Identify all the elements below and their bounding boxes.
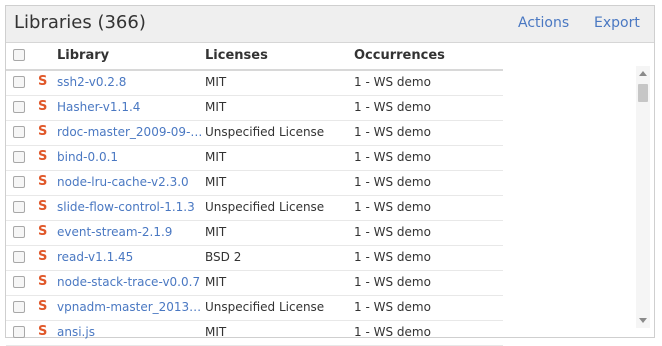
license-cell: MIT (205, 275, 227, 289)
table-row[interactable]: Snode-lru-cache-v2.3.0 MIT 1 - WS demo (6, 171, 503, 196)
table-row[interactable]: Sslide-flow-control-1.1.3 Unspecified Lic… (6, 196, 503, 221)
license-cell: Unspecified License (205, 125, 325, 139)
library-name-link[interactable]: slide-flow-control-1.1.3 (57, 200, 195, 214)
column-header-occurrences[interactable]: Occurrences (354, 48, 445, 63)
occurrences-cell: 1 - WS demo (354, 150, 431, 164)
vertical-scrollbar[interactable] (636, 66, 650, 328)
license-cell: Unspecified License (205, 200, 325, 214)
panel-header: Libraries (366) Actions Export (6, 6, 654, 43)
source-library-icon: S (38, 274, 48, 289)
library-name-link[interactable]: node-stack-trace-v0.0.7 (57, 275, 200, 289)
library-name-link[interactable]: ssh2-v0.2.8 (57, 75, 126, 89)
source-library-icon: S (38, 99, 48, 114)
license-cell: BSD 2 (205, 250, 242, 264)
occurrences-cell: 1 - WS demo (354, 225, 431, 239)
column-header-library[interactable]: Library (57, 48, 109, 63)
table-row[interactable]: Snode-stack-trace-v0.0.7 MIT 1 - WS demo (6, 271, 503, 296)
license-cell: MIT (205, 100, 227, 114)
row-checkbox[interactable] (13, 126, 25, 138)
occurrences-cell: 1 - WS demo (354, 275, 431, 289)
library-name-link[interactable]: read-v1.1.45 (57, 250, 133, 264)
occurrences-cell: 1 - WS demo (354, 300, 431, 314)
occurrences-cell: 1 - WS demo (354, 75, 431, 89)
license-cell: MIT (205, 150, 227, 164)
source-library-icon: S (38, 149, 48, 164)
row-checkbox[interactable] (13, 101, 25, 113)
table-row[interactable]: Sansi.js MIT 1 - WS demo (6, 321, 503, 346)
table-row[interactable]: Sread-v1.1.45 BSD 2 1 - WS demo (6, 246, 503, 271)
library-name-link[interactable]: vpnadm-master_2013-... (57, 300, 203, 314)
table-row[interactable]: Sbind-0.0.1 MIT 1 - WS demo (6, 146, 503, 171)
source-library-icon: S (38, 324, 48, 339)
table-header: Library Licenses Occurrences (6, 42, 503, 71)
occurrences-cell: 1 - WS demo (354, 100, 431, 114)
library-name-link[interactable]: event-stream-2.1.9 (57, 225, 172, 239)
table-row[interactable]: Srdoc-master_2009-09-05 Unspecified Licen… (6, 121, 503, 146)
library-name-link[interactable]: Hasher-v1.1.4 (57, 100, 140, 114)
occurrences-cell: 1 - WS demo (354, 325, 431, 339)
row-checkbox[interactable] (13, 176, 25, 188)
license-cell: MIT (205, 175, 227, 189)
scroll-down-arrow-icon[interactable] (639, 318, 647, 323)
actions-link[interactable]: Actions (518, 15, 569, 31)
library-name-link[interactable]: rdoc-master_2009-09-05 (57, 125, 203, 139)
license-cell: Unspecified License (205, 300, 325, 314)
table-row[interactable]: S Hasher-v1.1.4 MIT 1 - WS demo (6, 96, 503, 121)
occurrences-cell: 1 - WS demo (354, 125, 431, 139)
library-name-link[interactable]: node-lru-cache-v2.3.0 (57, 175, 189, 189)
scroll-up-arrow-icon[interactable] (639, 71, 647, 76)
column-header-licenses[interactable]: Licenses (205, 48, 268, 63)
table-row[interactable]: Sssh2-v0.2.8 MIT 1 - WS demo (6, 71, 503, 96)
row-checkbox[interactable] (13, 276, 25, 288)
select-all-checkbox[interactable] (13, 49, 25, 61)
source-library-icon: S (38, 299, 48, 314)
source-library-icon: S (38, 174, 48, 189)
row-checkbox[interactable] (13, 76, 25, 88)
libraries-table: Library Licenses Occurrences Sssh2-v0.2.… (6, 42, 503, 346)
library-name-link[interactable]: ansi.js (57, 325, 95, 339)
source-library-icon: S (38, 199, 48, 214)
row-checkbox[interactable] (13, 251, 25, 263)
source-library-icon: S (38, 224, 48, 239)
license-cell: MIT (205, 75, 227, 89)
table-body: Sssh2-v0.2.8 MIT 1 - WS demo S Hasher-v1.1.4… (6, 71, 503, 346)
source-library-icon: S (38, 249, 48, 264)
page-title: Libraries (366) (14, 12, 146, 33)
source-library-icon: S (38, 74, 48, 89)
row-checkbox[interactable] (13, 201, 25, 213)
source-library-icon: S (38, 124, 48, 139)
row-checkbox[interactable] (13, 226, 25, 238)
export-link[interactable]: Export (594, 15, 640, 31)
occurrences-cell: 1 - WS demo (354, 200, 431, 214)
license-cell: MIT (205, 225, 227, 239)
row-checkbox[interactable] (13, 326, 25, 338)
table-row[interactable]: Sevent-stream-2.1.9 MIT 1 - WS demo (6, 221, 503, 246)
row-checkbox[interactable] (13, 301, 25, 313)
license-cell: MIT (205, 325, 227, 339)
libraries-panel: Libraries (366) Actions Export Library L… (5, 5, 655, 346)
occurrences-cell: 1 - WS demo (354, 175, 431, 189)
library-name-link[interactable]: bind-0.0.1 (57, 150, 118, 164)
scrollbar-thumb[interactable] (638, 84, 648, 102)
row-checkbox[interactable] (13, 151, 25, 163)
table-row[interactable]: Svpnadm-master_2013-... Unspecified Licen… (6, 296, 503, 321)
occurrences-cell: 1 - WS demo (354, 250, 431, 264)
